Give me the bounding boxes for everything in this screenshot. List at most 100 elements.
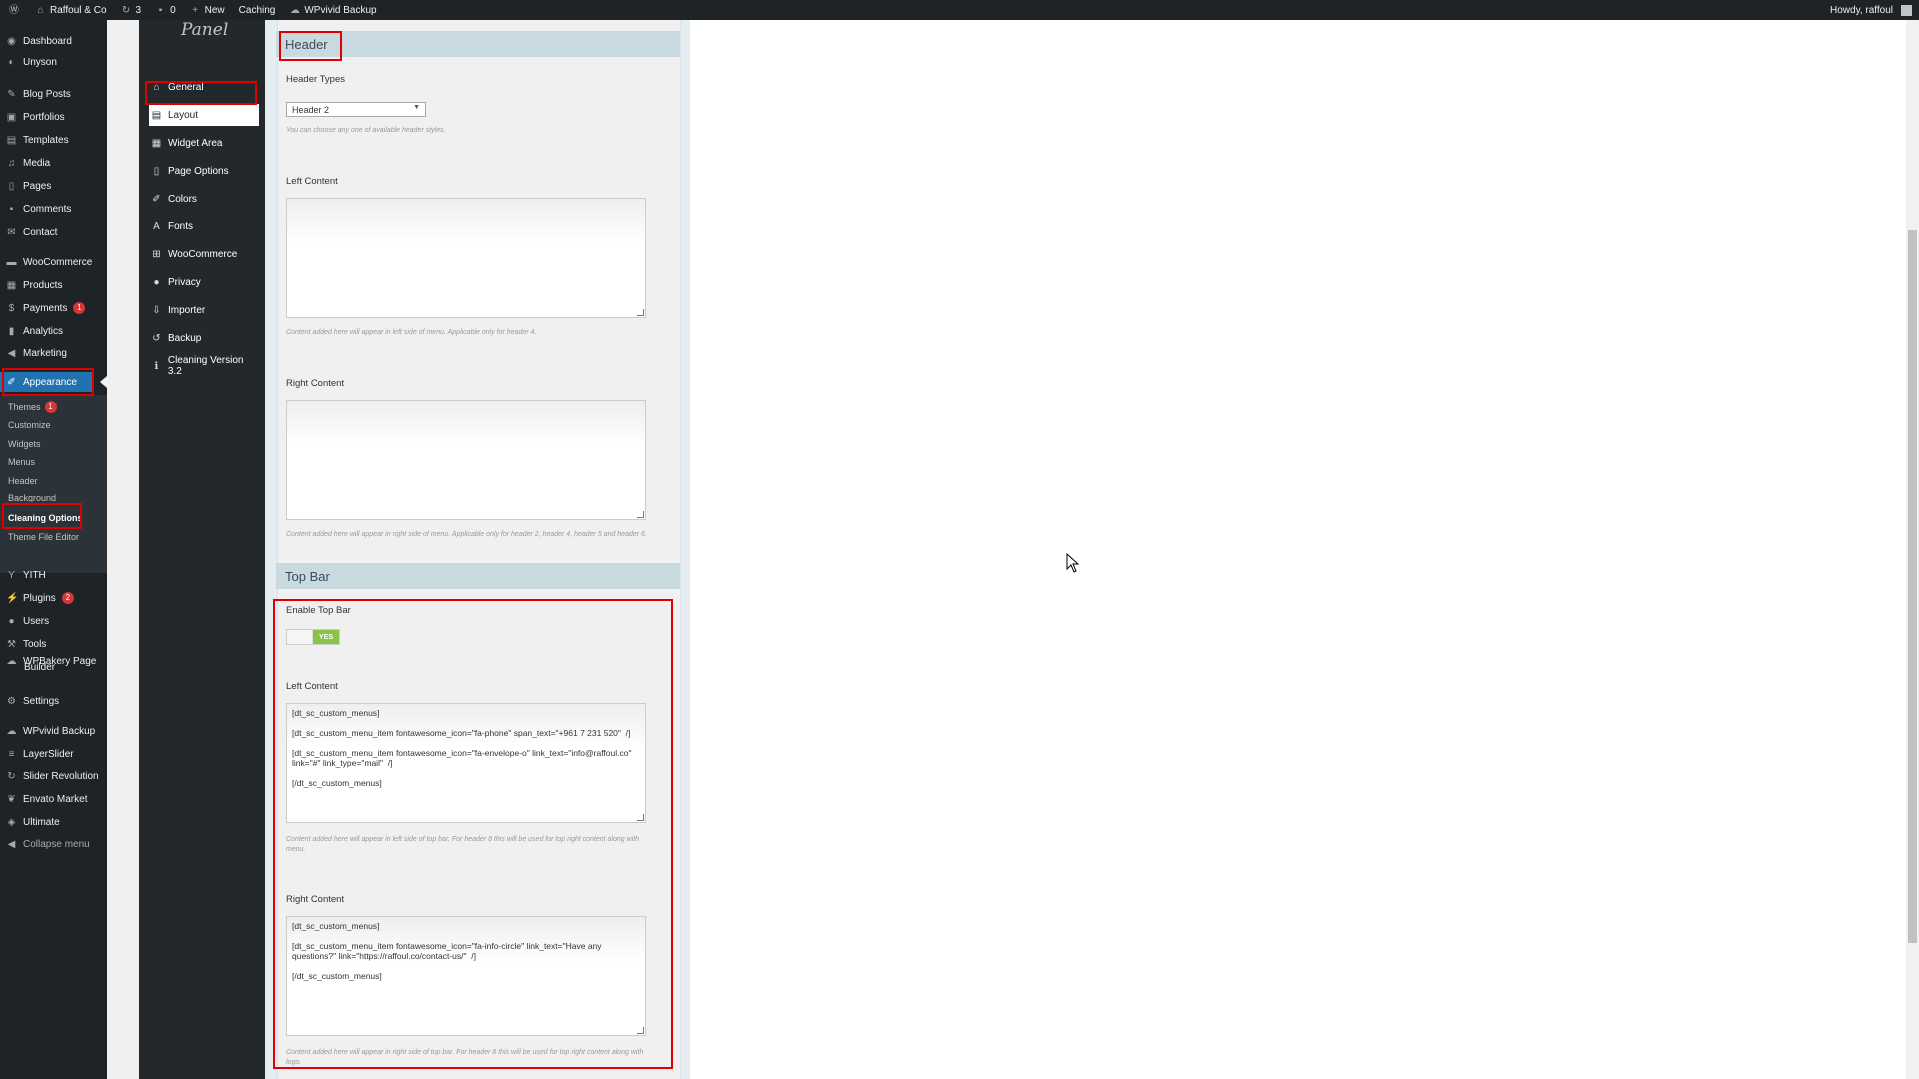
menu-label: Templates <box>23 134 69 146</box>
panel-nav-privacy[interactable]: ● Privacy <box>149 271 259 293</box>
plus-icon: + <box>192 4 199 16</box>
header-left-content-label: Left Content <box>286 176 338 187</box>
menu-slider-revolution[interactable]: ↻ Slider Revolution <box>0 766 107 786</box>
submenu-theme-file-editor[interactable]: Theme File Editor <box>8 532 79 542</box>
admin-bar: Ⓦ ⌂ Raffoul & Co ↻ 3 ▪ 0 + New Caching ☁… <box>0 0 1919 20</box>
wpvivid-backup-label: WPvivid Backup <box>304 4 377 16</box>
wpvivid-backup-link[interactable]: ☁ WPvivid Backup <box>282 0 383 20</box>
submenu-label: Themes <box>8 402 41 412</box>
menu-payments[interactable]: $ Payments 1 <box>0 298 107 318</box>
menu-plugins[interactable]: ⚡ Plugins 2 <box>0 588 107 608</box>
submenu-header[interactable]: Header <box>8 476 38 486</box>
submenu-customize[interactable]: Customize <box>8 420 51 430</box>
plugins-badge: 2 <box>61 592 74 604</box>
panel-nav-label: Layout <box>168 109 199 121</box>
menu-contact[interactable]: ✉ Contact <box>0 222 107 242</box>
panel-nav-widget-area[interactable]: ▦ Widget Area <box>149 132 259 154</box>
menu-pages[interactable]: ▯ Pages <box>0 176 107 196</box>
resize-grip-icon[interactable] <box>637 1027 644 1034</box>
menu-yith[interactable]: Y YITH <box>0 565 107 585</box>
options-content: Header Header Types Header 2 ▼ You can c… <box>265 20 690 1079</box>
panel-nav-woocommerce[interactable]: ⊞ WooCommerce <box>149 243 259 265</box>
submenu-themes[interactable]: Themes 1 <box>8 401 57 413</box>
panel-nav-general[interactable]: ⌂ General <box>149 76 259 98</box>
options-panel-nav: Panel ⌂ General ▤ Layout ▦ Widget Area ▯ Pag… <box>139 20 265 1079</box>
panel-nav-page-options[interactable]: ▯ Page Options <box>149 160 259 182</box>
updates-link[interactable]: ↻ 3 <box>114 0 149 20</box>
menu-wpvivid-backup[interactable]: ☁ WPvivid Backup <box>0 721 107 741</box>
panel-nav-layout[interactable]: ▤ Layout <box>149 104 259 126</box>
panel-nav-fonts[interactable]: A Fonts <box>149 215 259 237</box>
menu-label: Products <box>23 279 63 291</box>
submenu-menus[interactable]: Menus <box>8 457 35 467</box>
menu-users[interactable]: ● Users <box>0 611 107 631</box>
panel-nav-backup[interactable]: ↺ Backup <box>149 327 259 349</box>
my-account-link[interactable]: Howdy, raffoul <box>1823 0 1919 20</box>
menu-products[interactable]: ▦ Products <box>0 275 107 295</box>
header-right-content-label: Right Content <box>286 378 345 389</box>
menu-dashboard[interactable]: ◉ Dashboard <box>0 31 107 51</box>
admin-menu: ◉ Dashboard ◐ Unyson ✎ Blog Posts ▣ Portfoli… <box>0 20 107 1079</box>
chevron-down-icon: ▼ <box>413 104 420 111</box>
scrollbar-thumb[interactable] <box>1908 230 1917 943</box>
submenu-cleaning-options[interactable]: Cleaning Options <box>8 513 83 523</box>
comments-icon: ▪ <box>9 203 14 215</box>
menu-comments[interactable]: ▪ Comments <box>0 199 107 219</box>
panel-nav-label: Privacy <box>168 276 201 288</box>
resize-grip-icon[interactable] <box>637 309 644 316</box>
envelope-icon: ✉ <box>7 226 16 238</box>
topbar-right-content-label: Right Content <box>286 894 345 905</box>
menu-layerslider[interactable]: ≡ LayerSlider <box>0 744 107 764</box>
header-left-content-textarea[interactable] <box>286 198 646 318</box>
topbar-left-content-description: Content added here will appear in left s… <box>286 836 640 853</box>
menu-wpbakery-line2: Builder <box>24 662 55 673</box>
menu-label: Contact <box>23 226 58 238</box>
menu-tools[interactable]: ⚒ Tools <box>0 634 107 654</box>
menu-envato-market[interactable]: ❦ Envato Market <box>0 789 107 809</box>
menu-collapse[interactable]: ◀ Collapse menu <box>0 834 107 854</box>
menu-portfolios[interactable]: ▣ Portfolios <box>0 107 107 127</box>
new-content-link[interactable]: + New <box>183 0 232 20</box>
menu-label: Collapse menu <box>23 838 90 850</box>
topbar-left-content-textarea[interactable]: [dt_sc_custom_menus] [dt_sc_custom_menu_… <box>286 703 646 823</box>
header-types-select[interactable]: Header 2 ▼ <box>286 102 426 117</box>
payments-icon: $ <box>8 302 15 314</box>
products-icon: ▦ <box>6 279 17 291</box>
panel-nav-colors[interactable]: ✐ Colors <box>149 188 259 210</box>
enable-topbar-toggle[interactable]: YES <box>286 629 340 645</box>
page-scrollbar[interactable] <box>1906 20 1919 1079</box>
cart-icon: ⊞ <box>152 248 161 260</box>
media-icon: ♫ <box>7 157 16 169</box>
header-section-title: Header <box>276 31 680 57</box>
menu-label: Ultimate <box>23 816 60 828</box>
panel-nav-label: Widget Area <box>168 137 223 149</box>
caching-link[interactable]: Caching <box>232 0 283 20</box>
menu-templates[interactable]: ▤ Templates <box>0 130 107 150</box>
section-title-label: Header <box>285 36 328 52</box>
resize-grip-icon[interactable] <box>637 814 644 821</box>
howdy-label: Howdy, raffoul <box>1830 4 1893 16</box>
menu-woocommerce[interactable]: ▬ WooCommerce <box>0 252 107 272</box>
site-name-link[interactable]: ⌂ Raffoul & Co <box>28 0 114 20</box>
wordpress-logo-icon[interactable]: Ⓦ <box>0 0 28 20</box>
comments-link[interactable]: ▪ 0 <box>148 0 183 20</box>
menu-media[interactable]: ♫ Media <box>0 153 107 173</box>
comment-icon: ▪ <box>158 4 163 16</box>
header-right-content-textarea[interactable] <box>286 400 646 520</box>
menu-unyson[interactable]: ◐ Unyson <box>0 52 107 72</box>
submenu-widgets[interactable]: Widgets <box>8 439 41 449</box>
menu-ultimate[interactable]: ◈ Ultimate <box>0 812 107 832</box>
topbar-right-content-textarea[interactable]: [dt_sc_custom_menus] [dt_sc_custom_menu_… <box>286 916 646 1036</box>
menu-marketing[interactable]: ◀ Marketing <box>0 343 107 363</box>
menu-blog-posts[interactable]: ✎ Blog Posts <box>0 84 107 104</box>
menu-appearance[interactable]: ✐ Appearance <box>0 372 94 392</box>
resize-grip-icon[interactable] <box>637 511 644 518</box>
menu-analytics[interactable]: ▮ Analytics <box>0 321 107 341</box>
submenu-background[interactable]: Background <box>8 494 56 502</box>
panel-nav-importer[interactable]: ⇩ Importer <box>149 299 259 321</box>
history-icon: ↺ <box>152 332 161 344</box>
menu-label: LayerSlider <box>23 748 74 760</box>
plugin-icon: ⚡ <box>6 592 19 604</box>
menu-settings[interactable]: ⚙ Settings <box>0 691 107 711</box>
woocommerce-icon: ▬ <box>6 256 17 268</box>
